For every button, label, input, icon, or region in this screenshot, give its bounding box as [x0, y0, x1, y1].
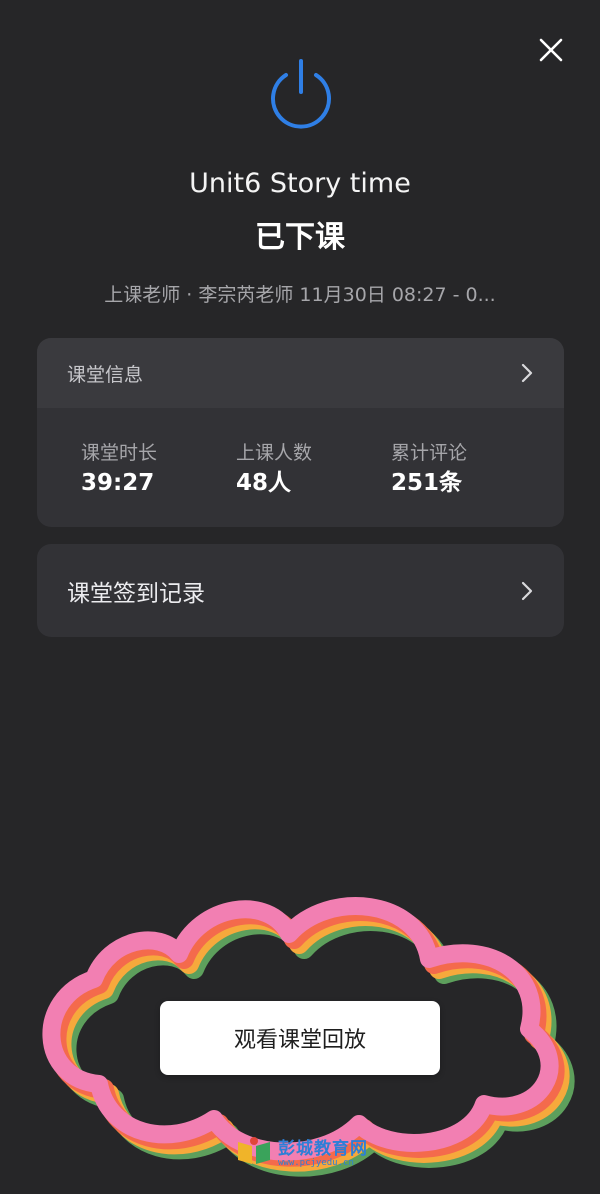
watermark: 彭城教育网 www.pcjyedu.cn	[236, 1134, 386, 1174]
stat-label: 课堂时长	[81, 442, 158, 464]
stat-attendance: 上课人数 48人	[236, 440, 391, 498]
class-ended-screen: Unit6 Story time 已下课 上课老师 · 李宗芮老师 11月30日…	[0, 0, 600, 1194]
lesson-title: Unit6 Story time	[189, 168, 411, 199]
chevron-right-icon	[521, 581, 533, 600]
chevron-right-icon	[521, 363, 533, 383]
class-stats: 课堂时长 39:27 上课人数 48人 累计评论 251条	[37, 408, 564, 498]
close-icon[interactable]	[535, 34, 567, 66]
stat-value: 39:27	[81, 470, 155, 496]
stat-label: 累计评论	[391, 442, 468, 464]
watermark-name: 彭城教育网	[278, 1139, 368, 1159]
lesson-status: 已下课	[255, 220, 345, 255]
stat-value: 251条	[391, 470, 463, 496]
stat-label: 上课人数	[236, 442, 313, 464]
power-icon	[271, 59, 331, 129]
stat-comments: 累计评论 251条	[391, 440, 546, 498]
watermark-url: www.pcjyedu.cn	[278, 1158, 354, 1168]
signin-record-row[interactable]: 课堂签到记录	[37, 544, 564, 637]
stat-value: 48人	[236, 470, 292, 496]
lesson-meta: 上课老师 · 李宗芮老师 11月30日 08:27 - 0...	[104, 284, 496, 306]
book-logo-icon	[238, 1137, 270, 1164]
stat-duration: 课堂时长 39:27	[81, 440, 236, 498]
class-info-header[interactable]: 课堂信息	[37, 338, 564, 408]
class-info-card: 课堂信息 课堂时长 39:27 上课人数 48人 累计评论 251条	[37, 338, 564, 527]
class-info-title: 课堂信息	[67, 363, 144, 386]
signin-record-label: 课堂签到记录	[67, 580, 205, 607]
watch-replay-button[interactable]: 观看课堂回放	[160, 1001, 440, 1075]
